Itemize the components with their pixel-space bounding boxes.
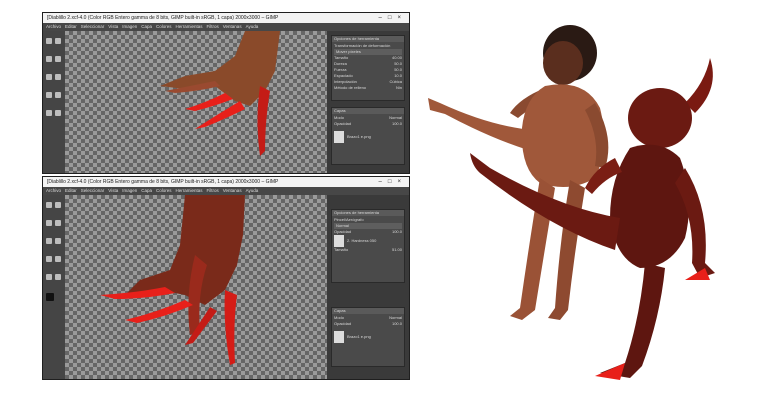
window-controls[interactable]: –□× [379,177,407,187]
child-figure [428,25,609,320]
option-row[interactable]: Método de relleno Nin [334,85,402,91]
option-value: 51.00 [391,247,402,252]
tool-options-title: Opciones de herramienta [332,210,404,216]
option-value: Nin [395,85,402,90]
layer-opacity: 100.0 [391,121,402,126]
tool-options-panel: Opciones de herramienta Pincel/Aerógrafo… [331,209,405,283]
layers-panel: Capas Modo Normal Opacidad 100.0 Brazo1 e.… [331,107,405,165]
tool-options-title: Opciones de herramienta [332,36,404,42]
menu-ayuda[interactable]: Ayuda [246,24,259,29]
menu-filtros[interactable]: Filtros [207,24,219,29]
toolbox [43,195,65,379]
brush-thumbnail [334,235,344,247]
brush-tool-icon[interactable] [46,256,52,262]
brush-name: 2. Hardness 050 [347,238,377,244]
window-title: [Diablillo 2.xcf-4.0 (Color RGB Entero g… [47,179,279,185]
tool-options-panel: Opciones de herramienta Transformación d… [331,35,405,101]
layers-panel: Capas Modo Normal Opacidad 100.0 Brazo1 e.… [331,307,405,367]
option-label: Tamaño [334,247,349,252]
zoom-tool-icon[interactable] [55,274,61,280]
zoom-tool-icon[interactable] [55,110,61,116]
layer-opacity-row[interactable]: Opacidad 100.0 [334,321,402,327]
move-tool-icon[interactable] [46,38,52,44]
warp-tool-icon[interactable] [46,74,52,80]
gimp-window-bottom: [Diablillo 2.xcf-4.0 (Color RGB Entero g… [42,176,410,380]
move-tool-icon[interactable] [46,202,52,208]
eraser-tool-icon[interactable] [55,92,61,98]
warp-tool-icon[interactable] [46,238,52,244]
crop-tool-icon[interactable] [55,56,61,62]
brush-preview[interactable]: 2. Hardness 050 [334,235,402,247]
crop-tool-icon[interactable] [55,220,61,226]
window-controls[interactable]: –□× [379,13,407,23]
menu-bar: Archivo Editar Seleccionar Vista Imagen Capa C… [43,187,409,195]
right-dock: Opciones de herramienta Transformación d… [327,31,409,173]
title-bar[interactable]: [Diablillo 2.xcf-4.0 (Color RGB Entero g… [43,13,409,23]
gimp-window-top: [Diablillo 2.xcf-4.0 (Color RGB Entero g… [42,12,410,174]
layer-thumbnail [334,331,344,343]
menu-colores[interactable]: Colores [156,24,172,29]
right-dock: Opciones de herramienta Pincel/Aerógrafo… [327,195,409,379]
lasso-tool-icon[interactable] [46,56,52,62]
layers-title: Capas [332,108,404,114]
menu-editar[interactable]: Editar [65,188,77,193]
option-row[interactable]: Tamaño 51.00 [334,247,402,253]
menu-archivo[interactable]: Archivo [46,24,61,29]
layer-name: Brazo1 e.png [347,334,371,340]
toolbox [43,31,65,173]
menu-editar[interactable]: Editar [65,24,77,29]
menu-capa[interactable]: Capa [141,24,152,29]
title-bar[interactable]: [Diablillo 2.xcf-4.0 (Color RGB Entero g… [43,177,409,187]
layer-item[interactable]: Brazo1 e.png [334,331,402,343]
eraser-tool-icon[interactable] [55,256,61,262]
menu-ventanas[interactable]: Ventanas [223,24,242,29]
menu-bar: Archivo Editar Seleccionar Vista Imagen Capa C… [43,23,409,31]
menu-herramientas[interactable]: Herramientas [176,188,203,193]
menu-seleccionar[interactable]: Seleccionar [81,24,105,29]
window-title: [Diablillo 2.xcf-4.0 (Color RGB Entero g… [47,15,279,21]
fill-tool-icon[interactable] [46,110,52,116]
menu-vista[interactable]: Vista [108,24,118,29]
layer-item[interactable]: Brazo1 e.png [334,131,402,143]
option-label: Método de relleno [334,85,367,90]
menu-colores[interactable]: Colores [156,188,172,193]
lasso-tool-icon[interactable] [46,220,52,226]
text-tool-icon[interactable] [55,74,61,80]
fill-tool-icon[interactable] [46,274,52,280]
menu-capa[interactable]: Capa [141,188,152,193]
text-tool-icon[interactable] [55,238,61,244]
menu-imagen[interactable]: Imagen [122,188,137,193]
select-tool-icon[interactable] [55,202,61,208]
fighting-figures-illustration [428,25,715,380]
menu-ayuda[interactable]: Ayuda [246,188,259,193]
image-canvas[interactable] [65,31,327,173]
layers-title: Capas [332,308,404,314]
menu-filtros[interactable]: Filtros [207,188,219,193]
menu-seleccionar[interactable]: Seleccionar [81,188,105,193]
image-canvas[interactable] [65,195,327,379]
claw-hand-artwork [160,31,280,156]
menu-herramientas[interactable]: Herramientas [176,24,203,29]
menu-archivo[interactable]: Archivo [46,188,61,193]
layer-opacity-row[interactable]: Opacidad 100.0 [334,121,402,127]
menu-ventanas[interactable]: Ventanas [223,188,242,193]
menu-vista[interactable]: Vista [108,188,118,193]
select-tool-icon[interactable] [55,38,61,44]
brush-tool-icon[interactable] [46,92,52,98]
layer-opacity: 100.0 [391,321,402,326]
option-value: 100.0 [391,229,402,234]
layer-thumbnail [334,131,344,143]
layer-name: Brazo1 e.png [347,134,371,140]
foreground-color-icon[interactable] [46,293,54,301]
menu-imagen[interactable]: Imagen [122,24,137,29]
claw-hand-artwork [100,195,245,365]
